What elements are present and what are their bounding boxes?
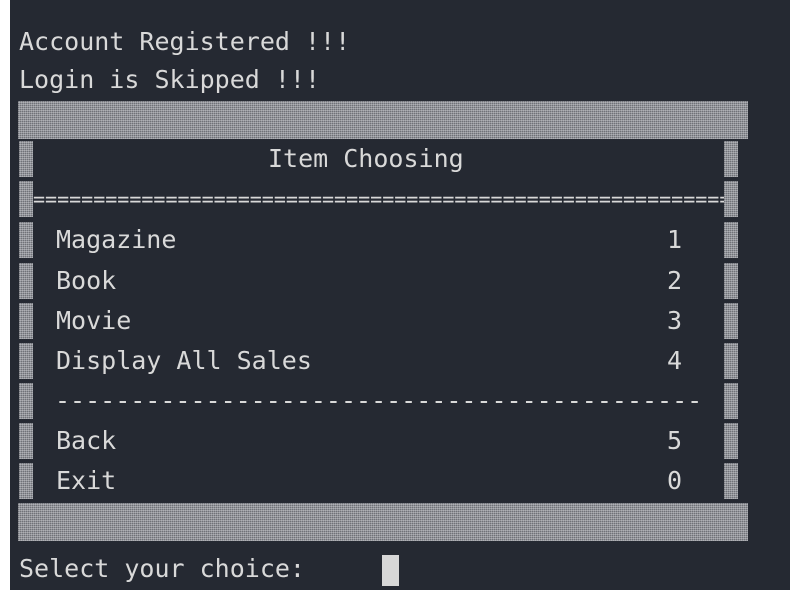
scrolled-off-line: . . . ) . bbox=[19, 0, 154, 1]
status-line-account-registered: Account Registered !!! bbox=[19, 27, 351, 56]
option-key: 2 bbox=[667, 266, 683, 295]
option-label: Book bbox=[56, 266, 117, 295]
border-right bbox=[724, 423, 738, 459]
border-right bbox=[724, 222, 738, 258]
border-left bbox=[19, 343, 33, 379]
option-label: Back bbox=[56, 426, 117, 455]
menu-top-border bbox=[18, 101, 748, 139]
border-left bbox=[19, 463, 33, 499]
option-key: 0 bbox=[667, 466, 683, 495]
choice-prompt: Select your choice: bbox=[19, 554, 321, 583]
border-right bbox=[724, 383, 738, 419]
menu-option-movie[interactable]: Movie 3 bbox=[10, 301, 790, 341]
border-left bbox=[19, 303, 33, 339]
border-left bbox=[19, 222, 33, 258]
menu-option-display-all-sales[interactable]: Display All Sales 4 bbox=[10, 341, 790, 381]
border-left bbox=[19, 181, 33, 217]
border-right bbox=[724, 343, 738, 379]
menu-single-separator-row: ----------------------------------------… bbox=[10, 381, 790, 421]
menu-option-magazine[interactable]: Magazine 1 bbox=[10, 220, 790, 260]
option-label: Display All Sales bbox=[56, 346, 312, 375]
single-separator: ----------------------------------------… bbox=[55, 386, 705, 415]
menu-title-row: Item Choosing bbox=[10, 139, 790, 179]
menu-option-exit[interactable]: Exit 0 bbox=[10, 461, 790, 501]
option-label: Magazine bbox=[56, 225, 177, 254]
menu-option-book[interactable]: Book 2 bbox=[10, 261, 790, 301]
option-label: Movie bbox=[56, 306, 132, 335]
border-right bbox=[724, 181, 738, 217]
option-key: 3 bbox=[667, 306, 683, 335]
menu-option-back[interactable]: Back 5 bbox=[10, 421, 790, 461]
border-left bbox=[19, 263, 33, 299]
text-cursor[interactable] bbox=[382, 555, 399, 586]
border-left bbox=[19, 423, 33, 459]
border-right bbox=[724, 463, 738, 499]
option-key: 5 bbox=[667, 426, 683, 455]
border-right bbox=[724, 303, 738, 339]
menu-bottom-border bbox=[18, 503, 748, 541]
status-line-login-skipped: Login is Skipped !!! bbox=[19, 65, 321, 94]
border-left bbox=[19, 383, 33, 419]
menu-title: Item Choosing bbox=[268, 144, 464, 173]
terminal-window[interactable]: . . . ) . Account Registered !!! Login i… bbox=[10, 0, 790, 590]
double-separator: ========================================… bbox=[33, 187, 724, 211]
menu-double-separator-row: ========================================… bbox=[10, 179, 790, 219]
option-label: Exit bbox=[56, 466, 117, 495]
border-right bbox=[724, 263, 738, 299]
border-left bbox=[19, 141, 33, 177]
option-key: 4 bbox=[667, 346, 683, 375]
border-right bbox=[724, 141, 738, 177]
option-key: 1 bbox=[667, 225, 683, 254]
